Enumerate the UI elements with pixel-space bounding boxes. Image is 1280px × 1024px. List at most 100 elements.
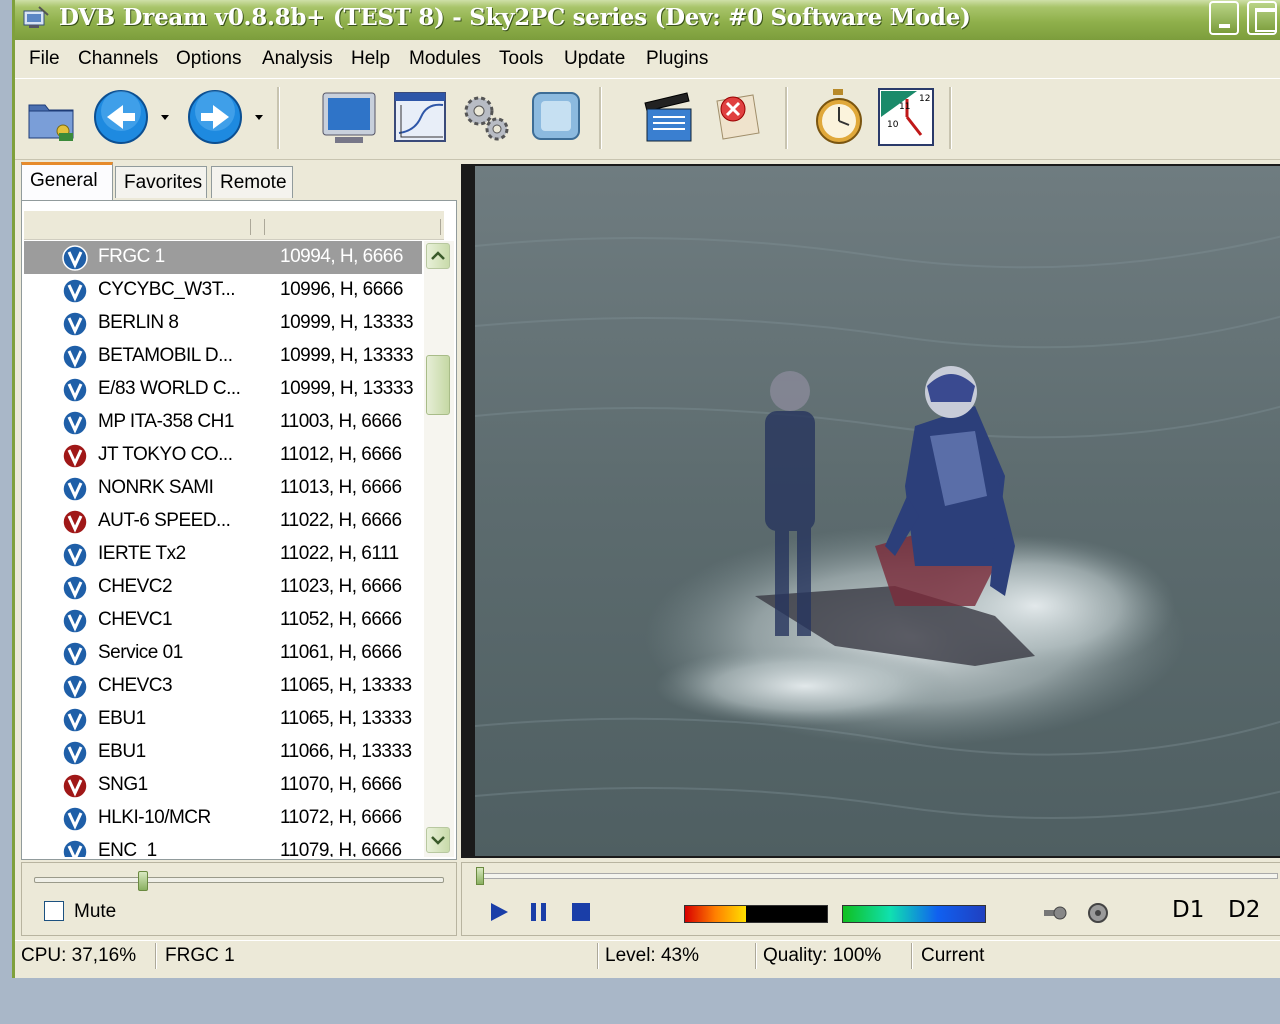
seek-slider-thumb[interactable] [476, 867, 484, 885]
channel-row[interactable]: Service 01 11061, H, 6666 [24, 637, 422, 670]
cancel-icon[interactable] [709, 87, 767, 147]
menu-plugins[interactable]: Plugins [646, 48, 708, 70]
menu-analysis[interactable]: Analysis [262, 48, 333, 70]
graph-window-icon[interactable] [391, 87, 449, 147]
channel-row[interactable]: CHEVC2 11023, H, 6666 [24, 571, 422, 604]
gears-icon[interactable] [457, 87, 515, 147]
back-icon[interactable] [91, 87, 149, 147]
channel-frequency: 11065, H, 13333 [280, 675, 412, 696]
audio-icon[interactable] [1086, 901, 1110, 925]
svg-text:12: 12 [919, 94, 930, 104]
menu-modules[interactable]: Modules [409, 48, 481, 70]
status-divider [155, 943, 157, 969]
menu-channels[interactable]: Channels [78, 48, 158, 70]
channel-row[interactable]: NONRK SAMI 11013, H, 6666 [24, 472, 422, 505]
channel-list-scrollbar[interactable] [424, 241, 454, 857]
toolbar-separator [599, 87, 602, 149]
volume-slider-thumb[interactable] [138, 871, 148, 891]
title-bar[interactable]: DVB Dream v0.8.8b+ (TEST 8) - Sky2PC ser… [15, 0, 1280, 40]
channel-frequency: 11052, H, 6666 [280, 609, 402, 630]
record-plug-icon[interactable] [1042, 903, 1068, 923]
channel-tv-icon [62, 476, 88, 502]
channel-name: FRGC 1 [98, 246, 165, 267]
channel-name: HLKI-10/MCR [98, 807, 211, 828]
channel-tv-icon [62, 608, 88, 634]
quality-meter [842, 905, 986, 923]
channel-frequency: 10994, H, 6666 [280, 246, 403, 267]
channel-row[interactable]: E/83 WORLD C... 10999, H, 13333 [24, 373, 422, 406]
channel-tv-icon [62, 707, 88, 733]
tab-remote[interactable]: Remote [211, 166, 293, 198]
display-icon[interactable] [319, 87, 377, 147]
channel-name: ENC_1 [98, 840, 157, 857]
menu-help[interactable]: Help [351, 48, 390, 70]
channel-row[interactable]: EBU1 11065, H, 13333 [24, 703, 422, 736]
channel-row[interactable]: AUT-6 SPEED... 11022, H, 6666 [24, 505, 422, 538]
scroll-thumb[interactable] [426, 355, 450, 415]
channel-name: CHEVC3 [98, 675, 173, 696]
channel-row[interactable]: FRGC 1 10994, H, 6666 [24, 241, 422, 274]
screenshot-icon[interactable] [527, 87, 585, 147]
header-divider[interactable] [250, 219, 251, 235]
tab-favorites[interactable]: Favorites [115, 166, 207, 198]
header-divider[interactable] [440, 219, 441, 235]
channel-frequency: 11013, H, 6666 [280, 477, 402, 498]
channel-frequency: 11003, H, 6666 [280, 411, 402, 432]
forward-dropdown-icon[interactable] [255, 115, 263, 120]
menu-file[interactable]: File [29, 48, 60, 70]
level-meter-fill [685, 906, 747, 922]
channel-row[interactable]: BERLIN 8 10999, H, 13333 [24, 307, 422, 340]
channel-row[interactable]: BETAMOBIL D... 10999, H, 13333 [24, 340, 422, 373]
play-icon[interactable] [488, 901, 510, 923]
channel-tv-icon [62, 344, 88, 370]
channel-row[interactable]: CHEVC3 11065, H, 13333 [24, 670, 422, 703]
channel-row[interactable]: CYCYBC_W3T... 10996, H, 6666 [24, 274, 422, 307]
chevron-up-icon [431, 251, 445, 260]
channel-tv-icon [62, 311, 88, 337]
channel-row[interactable]: JT TOKYO CO... 11012, H, 6666 [24, 439, 422, 472]
video-panel [461, 164, 1280, 858]
channel-row[interactable]: IERTE Tx2 11022, H, 6111 [24, 538, 422, 571]
channel-tv-icon [62, 245, 88, 271]
channel-row[interactable]: MP ITA-358 CH1 11003, H, 6666 [24, 406, 422, 439]
channel-frequency: 10996, H, 6666 [280, 279, 403, 300]
menu-update[interactable]: Update [564, 48, 625, 70]
mute-checkbox[interactable] [44, 901, 64, 921]
channel-frequency: 10999, H, 13333 [280, 312, 414, 333]
menu-tools[interactable]: Tools [499, 48, 543, 70]
seek-slider[interactable] [476, 873, 1278, 879]
channel-frequency: 11079, H, 6666 [280, 840, 402, 857]
channel-name: EBU1 [98, 741, 146, 762]
pause-icon[interactable] [528, 901, 550, 923]
open-folder-icon[interactable] [23, 87, 81, 147]
scroll-up-button[interactable] [426, 243, 450, 269]
d1-button[interactable]: D1 [1172, 897, 1204, 923]
channel-row[interactable]: CHEVC1 11052, H, 6666 [24, 604, 422, 637]
channel-row[interactable]: ENC_1 11079, H, 6666 [24, 835, 422, 857]
channel-row[interactable]: EBU1 11066, H, 13333 [24, 736, 422, 769]
chevron-down-icon [431, 836, 445, 845]
quality-meter-fill [843, 906, 985, 922]
channel-radio-icon [62, 773, 88, 799]
back-dropdown-icon[interactable] [161, 115, 169, 120]
channel-tv-icon [62, 839, 88, 857]
stopwatch-icon[interactable] [809, 87, 867, 147]
channel-tv-icon [62, 575, 88, 601]
clapperboard-icon[interactable] [639, 87, 697, 147]
d2-button[interactable]: D2 [1228, 897, 1260, 923]
stop-icon[interactable] [570, 901, 592, 923]
tab-general[interactable]: General [21, 162, 113, 200]
scroll-down-button[interactable] [426, 827, 450, 853]
video-frame[interactable] [475, 166, 1280, 856]
channel-row[interactable]: HLKI-10/MCR 11072, H, 6666 [24, 802, 422, 835]
volume-slider[interactable] [34, 877, 444, 883]
menu-options[interactable]: Options [176, 48, 241, 70]
maximize-button[interactable] [1247, 1, 1277, 35]
channel-frequency: 10999, H, 13333 [280, 378, 414, 399]
channel-row[interactable]: SNG1 11070, H, 6666 [24, 769, 422, 802]
clock-schedule-icon[interactable]: 11 12 10 [877, 87, 935, 147]
forward-icon[interactable] [185, 87, 243, 147]
channel-panel: General Favorites Remote FRGC 1 10994, H,… [19, 160, 457, 936]
header-divider[interactable] [264, 219, 265, 235]
minimize-button[interactable] [1209, 1, 1239, 35]
